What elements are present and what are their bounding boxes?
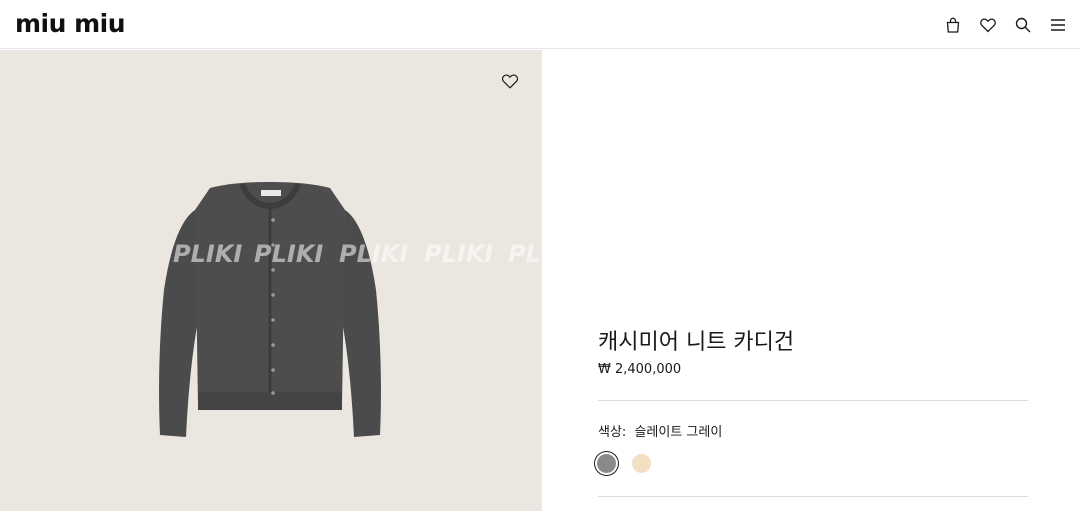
watermark-text: PLIKI (339, 240, 409, 268)
product-title: 캐시미어 니트 카디건 (598, 330, 795, 355)
wishlist-heart-icon[interactable] (500, 72, 522, 92)
swatch-slate-grey[interactable] (595, 452, 618, 475)
swatch-color (597, 454, 616, 473)
swatch-cream[interactable] (630, 452, 653, 475)
color-value: 슬레이트 그레이 (634, 425, 723, 440)
watermark-text: PLIKI (254, 240, 324, 268)
divider (598, 400, 1028, 401)
product-price: ₩ 2,400,000 (598, 362, 682, 377)
watermark-text: PLIKI (173, 240, 243, 268)
product-image-panel[interactable]: PLIKI PLIKI PLIKI PLIKI PLIKI (0, 50, 542, 511)
swatch-color (632, 454, 651, 473)
brand-logo[interactable]: miu miu (15, 10, 126, 38)
product-details: 캐시미어 니트 카디건 ₩ 2,400,000 색상: 슬레이트 그레이 (595, 0, 1030, 511)
watermark-text: PLIKI (424, 240, 494, 268)
cardigan-image (159, 182, 381, 437)
menu-icon[interactable] (1047, 14, 1068, 35)
divider (598, 496, 1028, 497)
color-label: 색상: (598, 425, 627, 440)
watermark-text: PLIKI (508, 240, 542, 268)
color-info: 색상: 슬레이트 그레이 (598, 421, 722, 440)
color-swatches (595, 452, 653, 475)
